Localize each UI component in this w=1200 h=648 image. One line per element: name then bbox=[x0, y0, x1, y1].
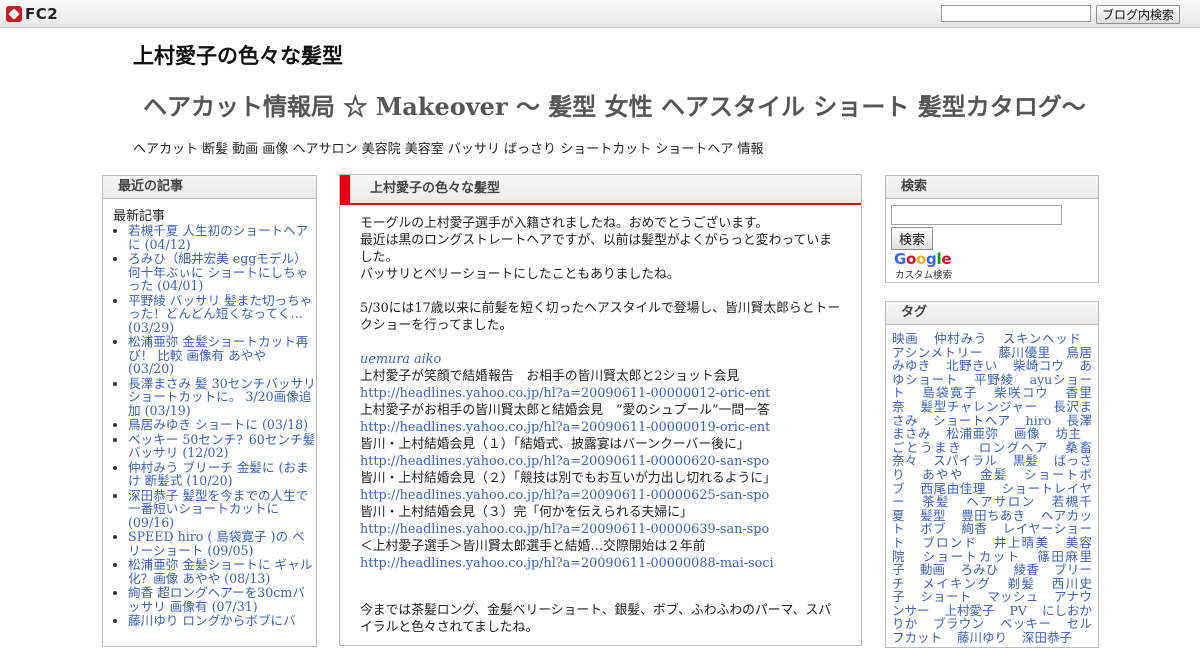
tag-link[interactable]: スキンヘッド bbox=[1003, 331, 1081, 346]
article-text: 今までは茶髪ロング、金髪ベリーショート、銀髪、ボブ、ふわふわのパーマ、スパイラル… bbox=[360, 603, 832, 635]
tag-link[interactable]: 映画 bbox=[892, 331, 918, 346]
recent-posts-label: 最新記事 bbox=[113, 209, 166, 224]
recent-post-link[interactable]: 若槻千夏 人生初のショートヘアに (04/12) bbox=[128, 224, 316, 251]
recent-post-link[interactable]: 松浦亜弥 金髪ショートに ギャル化？画像 あやや (08/13) bbox=[128, 558, 316, 585]
article-panel: 上村愛子の色々な髪型 モーグルの上村愛子選手が入籍されましたね。おめでとうござい… bbox=[339, 174, 862, 646]
tag-link[interactable]: 画像 bbox=[1014, 426, 1040, 441]
news-title: 皆川・上村結婚会見（１）「結婚式、披露宴はバーンクーバー後に」 bbox=[360, 437, 750, 452]
recent-posts-list: 若槻千夏 人生初のショートヘアに (04/12) ろみひ（細井宏美 eggモデル… bbox=[103, 224, 316, 628]
news-title: ＜上村愛子選手＞皆川賢太郎選手と結婚…交際開始は２年前 bbox=[360, 539, 706, 554]
tag-link[interactable]: 松浦亜弥 bbox=[946, 426, 998, 441]
news-link[interactable]: http://headlines.yahoo.co.jp/hl?a=200906… bbox=[360, 521, 841, 538]
recent-post-link[interactable]: 藤川ゆり ロングからボブにバ bbox=[128, 614, 316, 628]
recent-post-link[interactable]: 松浦亜弥 金髪ショートカット再び！ 比較 画像有 あやや (03/20) bbox=[128, 335, 316, 376]
recent-post-link[interactable]: 深田恭子 髪型を今までの人生で一番短いショートカットに (09/16) bbox=[128, 488, 316, 530]
blog-search-button[interactable]: ブログ内検索 bbox=[1096, 5, 1180, 24]
recent-post-link[interactable]: 長澤まさみ 髪 30センチバッサリショートカットに。 3/20画像追加 (03/… bbox=[128, 376, 316, 418]
fc2-logo[interactable]: FC2 bbox=[6, 4, 58, 24]
tag-link[interactable]: 茶髪 bbox=[922, 494, 950, 509]
blog-subtitle: ヘアカット情報局 ☆ Makeover ～ 髪型 女性 ヘアスタイル ショート … bbox=[143, 92, 1086, 121]
news-link[interactable]: http://headlines.yahoo.co.jp/hl?a=200906… bbox=[360, 419, 841, 436]
recent-post-link[interactable]: 鳥居みゆき ショートに (03/18) bbox=[128, 418, 316, 432]
news-title: 皆川・上村結婚会見（２）「競技は別でもお互いが力出し切れるように」 bbox=[360, 471, 776, 486]
custom-search-input[interactable] bbox=[891, 205, 1062, 225]
news-link[interactable]: http://headlines.yahoo.co.jp/hl?a=200906… bbox=[360, 487, 841, 504]
recent-post-link[interactable]: ベッキー 50センチ？60センチ髪バッサリ (12/02) bbox=[128, 432, 316, 460]
tag-link[interactable]: 北野きい bbox=[946, 358, 998, 373]
tag-link[interactable]: ろみひ bbox=[960, 562, 998, 577]
recent-post-link[interactable]: ろみひ（細井宏美 eggモデル）何十年ぶぃに ショートにしちゃった (04/01… bbox=[128, 252, 316, 293]
blog-description: ヘアカット 断髪 動画 画像 ヘアサロン 美容院 美容室 バッサリ ばっさり シ… bbox=[133, 142, 764, 157]
news-link[interactable]: http://headlines.yahoo.co.jp/hl?a=200906… bbox=[360, 385, 841, 402]
tag-link[interactable]: ブロンド bbox=[922, 535, 977, 550]
search-panel: 検索 検索 Google カスタム検索 bbox=[885, 175, 1099, 283]
fc2-logo-icon bbox=[6, 6, 22, 22]
recent-post-link[interactable]: 絢香 超ロングヘアーを30cmバッサリ 画像有 (07/31) bbox=[128, 586, 316, 613]
tags-heading: タグ bbox=[886, 302, 1098, 325]
tags-panel: タグ 映画 仲村みう スキンヘッド アシンメトリー 藤川優里 鳥居みゆき 北野き… bbox=[885, 301, 1099, 648]
tag-link[interactable]: あやや bbox=[922, 467, 964, 482]
tag-link[interactable]: ヘアサロン bbox=[966, 494, 1035, 509]
recent-post-link[interactable]: 平野綾 バッサリ 髪また切っちゃった！どんどん短くなってく… (03/29) bbox=[128, 293, 316, 335]
tag-link[interactable]: 坊主 bbox=[1055, 426, 1081, 441]
recent-posts-panel: 最近の記事 最新記事 若槻千夏 人生初のショートヘアに (04/12) ろみひ（… bbox=[102, 175, 317, 647]
custom-search-label: カスタム検索 bbox=[895, 270, 953, 281]
tag-link[interactable]: 髪型チャレンジャー bbox=[921, 399, 1038, 414]
tag-link[interactable]: 井上晴美 bbox=[994, 535, 1049, 550]
article-tag-link[interactable]: uemura aiko bbox=[360, 351, 841, 368]
tag-link[interactable]: 藤川ゆり bbox=[957, 630, 1007, 645]
tag-link[interactable]: 動画 bbox=[920, 562, 945, 577]
tag-link[interactable]: 柴崎コウ bbox=[1013, 358, 1064, 373]
article-text: モーグルの上村愛子選手が入籍されましたね。おめでとうございます。 bbox=[360, 216, 769, 231]
fc2-toolbar: FC2 ブログ内検索 bbox=[0, 0, 1200, 28]
news-title: 上村愛子が笑顔で結婚報告 お相手の皆川賢太郎と2ショット会見 bbox=[360, 369, 740, 384]
news-title: 皆川・上村結婚会見（３）完「何かを伝えられる夫婦に」 bbox=[360, 505, 693, 520]
google-logo-icon: Google bbox=[894, 250, 952, 268]
recent-posts-heading: 最近の記事 bbox=[103, 176, 316, 199]
custom-search-button[interactable]: 検索 bbox=[891, 227, 933, 250]
blog-title[interactable]: 上村愛子の色々な髪型 bbox=[133, 40, 343, 70]
tag-cloud: 映画 仲村みう スキンヘッド アシンメトリー 藤川優里 鳥居みゆき 北野きい 柴… bbox=[886, 325, 1098, 645]
news-link[interactable]: http://headlines.yahoo.co.jp/hl?a=200906… bbox=[360, 555, 841, 572]
news-title: 上村愛子がお相手の皆川賢太郎と結婚会見 “愛のシュプール”一問一答 bbox=[360, 403, 770, 418]
search-heading: 検索 bbox=[886, 176, 1098, 199]
recent-post-link[interactable]: 仲村みう ブリーチ 金髪に (おまけ 断髪式 (10/20) bbox=[128, 460, 316, 488]
article-text: 5/30には17歳以来に前髪を短く切ったヘアスタイルで登場し、皆川賢太郎らとトー… bbox=[360, 301, 841, 333]
blog-search-input[interactable] bbox=[941, 5, 1091, 22]
article-title[interactable]: 上村愛子の色々な髪型 bbox=[340, 175, 861, 205]
tag-link[interactable]: 仲村みう bbox=[934, 331, 987, 346]
recent-post-link[interactable]: SPEED hiro ( 島袋寛子 )の ベリーショート (09/05) bbox=[128, 530, 316, 557]
tag-link[interactable]: 綾香 bbox=[1014, 562, 1039, 577]
article-body: モーグルの上村愛子選手が入籍されましたね。おめでとうございます。 最近は黒のロン… bbox=[340, 205, 861, 636]
tag-link[interactable]: 金髪 bbox=[980, 467, 1008, 482]
article-text: 最近は黒のロングストレートヘアですが、以前は髪型がよくがらっと変わっていました。 bbox=[360, 233, 832, 265]
news-link[interactable]: http://headlines.yahoo.co.jp/hl?a=200906… bbox=[360, 453, 841, 470]
tag-link[interactable]: 深田恭子 bbox=[1022, 630, 1072, 645]
article-text: バッサリとベリーショートにしたこともありましたね。 bbox=[360, 267, 680, 282]
fc2-logo-text: FC2 bbox=[25, 5, 59, 23]
